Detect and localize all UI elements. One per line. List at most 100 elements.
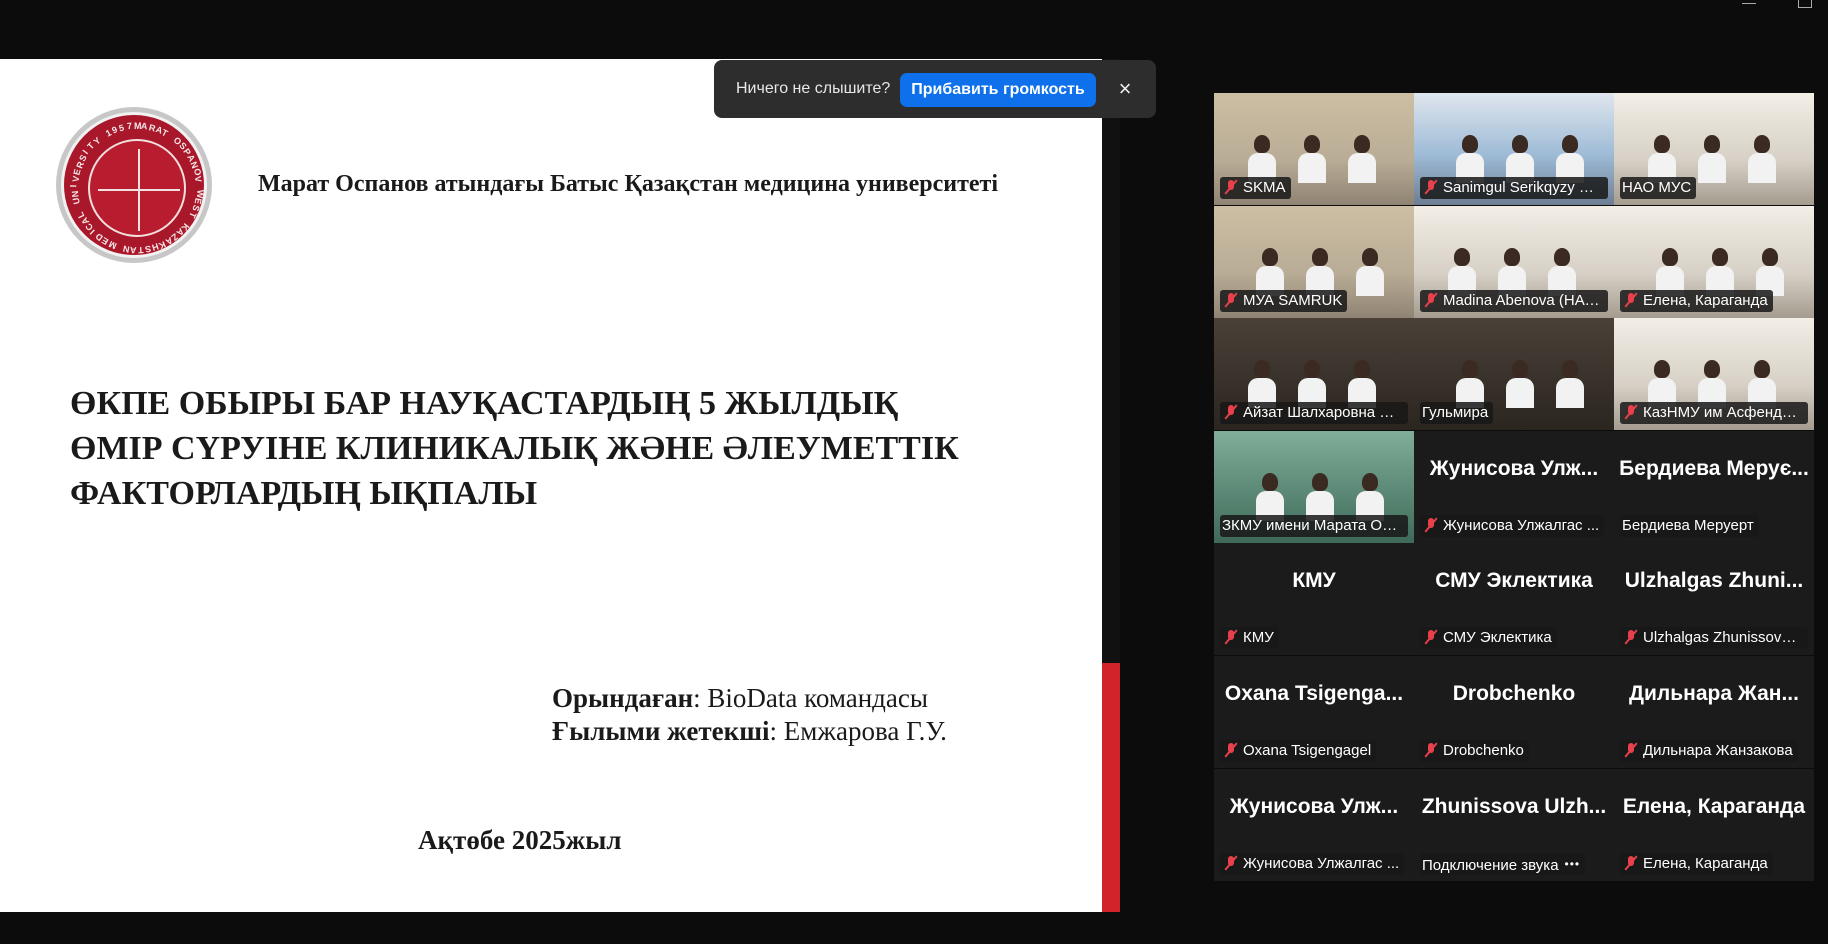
participant-name: СМУ Эклектика bbox=[1443, 629, 1552, 647]
participant-name-label: Madina Abenova (НАО... bbox=[1420, 289, 1608, 312]
participant-name: Жунисова Улжалгас ... bbox=[1243, 854, 1400, 872]
participant-name-label: КМУ bbox=[1220, 627, 1279, 650]
muted-mic-icon bbox=[1222, 629, 1240, 645]
slide-title: ӨКПЕ ОБЫРЫ БАР НАУҚАСТАРДЫҢ 5 ЖЫЛДЫҚ ӨМІ… bbox=[70, 381, 959, 516]
participant-name: Drobchenko bbox=[1443, 742, 1524, 759]
participant-tile[interactable]: Ulzhalgas Zhuni... Ulzhalgas Zhunissova .… bbox=[1614, 543, 1814, 656]
muted-mic-icon bbox=[1222, 742, 1240, 758]
muted-mic-icon bbox=[1222, 179, 1240, 195]
participant-name-label: Елена, Караганда bbox=[1620, 289, 1773, 312]
participant-tile[interactable]: МУА SAMRUK bbox=[1214, 205, 1414, 318]
participant-name: Oxana Tsigengagel bbox=[1243, 742, 1372, 759]
participant-tile[interactable]: Гульмира bbox=[1414, 318, 1614, 431]
participant-name: Подключение звука bbox=[1422, 856, 1559, 874]
participant-tile[interactable]: СМУ Эклектика СМУ Эклектика bbox=[1414, 543, 1614, 656]
participant-name-label: ЗКМУ имени Марата Осп... bbox=[1220, 514, 1408, 537]
participant-tile[interactable]: Бердиева Мерує... Бердиева Меруерт bbox=[1614, 430, 1814, 543]
participant-name-label: МУА SAMRUK bbox=[1220, 289, 1348, 312]
participant-tile[interactable]: Дильнара Жан... Дильнара Жанзакова bbox=[1614, 656, 1814, 768]
muted-mic-icon bbox=[1422, 179, 1440, 195]
muted-mic-icon bbox=[1422, 629, 1440, 645]
participant-name: Елена, Караганда bbox=[1643, 854, 1768, 872]
participant-name-label: Oxana Tsigengagel bbox=[1220, 740, 1377, 762]
muted-mic-icon bbox=[1622, 742, 1640, 758]
participant-tile[interactable]: Жунисова Улж... Жунисова Улжалгас ... bbox=[1414, 430, 1614, 543]
participant-tile[interactable]: КазНМУ им Асфендия... bbox=[1614, 318, 1814, 431]
university-seal-logo: MARAT OSPANOV WEST KAZAKHSTAN MEDICAL UN… bbox=[56, 107, 212, 263]
slide-city-year: Ақтөбе 2025жыл bbox=[418, 825, 622, 855]
muted-mic-icon bbox=[1422, 292, 1440, 308]
minimize-icon[interactable] bbox=[1742, 0, 1758, 10]
muted-mic-icon bbox=[1422, 742, 1440, 758]
participant-name-label: Бердиева Меруерт bbox=[1620, 514, 1759, 537]
audio-toast: Ничего не слышите? Прибавить громкость × bbox=[714, 60, 1156, 118]
muted-mic-icon bbox=[1622, 404, 1640, 420]
restore-icon[interactable] bbox=[1798, 0, 1812, 8]
participant-name: Елена, Караганда bbox=[1643, 291, 1768, 309]
participant-name-label: SKMA bbox=[1220, 177, 1291, 199]
performed-label: Орындаған bbox=[552, 683, 694, 713]
participant-tile[interactable]: КМУ КМУ bbox=[1214, 543, 1414, 656]
participant-tile[interactable]: Zhunissova Ulzh... Подключение звука ••• bbox=[1414, 768, 1614, 881]
muted-mic-icon bbox=[1622, 629, 1640, 645]
participant-name-label: СМУ Эклектика bbox=[1420, 627, 1557, 650]
participant-name-label: Drobchenko bbox=[1420, 740, 1529, 762]
slide-title-line: ФАКТОРЛАРДЫҢ ЫҚПАЛЫ bbox=[70, 475, 538, 512]
participant-tile[interactable]: ЗКМУ имени Марата Осп... bbox=[1214, 430, 1414, 543]
participant-tile[interactable]: Жунисова Улж... Жунисова Улжалгас ... bbox=[1214, 768, 1414, 881]
participant-name: МУА SAMRUK bbox=[1243, 291, 1343, 309]
advisor-label: Ғылыми жетекші bbox=[552, 716, 770, 746]
muted-mic-icon bbox=[1222, 292, 1240, 308]
participant-tile[interactable]: Айзат Шалхаровна Ай... bbox=[1214, 318, 1414, 431]
participant-name: НАО МУС bbox=[1622, 179, 1692, 196]
toast-message: Ничего не слышите? bbox=[736, 80, 891, 97]
muted-mic-icon bbox=[1222, 404, 1240, 420]
participant-name: ЗКМУ имени Марата Осп... bbox=[1222, 516, 1408, 534]
participant-name-label: Гульмира bbox=[1420, 402, 1494, 425]
participant-name-label: Подключение звука ••• bbox=[1420, 852, 1586, 875]
muted-mic-icon bbox=[1622, 292, 1640, 308]
participant-name: Ulzhalgas Zhunissova ... bbox=[1643, 629, 1807, 647]
participant-name: Дильнара Жанзакова bbox=[1643, 742, 1793, 759]
participant-tile[interactable]: Drobchenko Drobchenko bbox=[1414, 656, 1614, 768]
participant-name: Гульмира bbox=[1422, 404, 1489, 422]
university-name: Марат Оспанов атындағы Батыс Қазақстан м… bbox=[258, 171, 999, 197]
participant-name: Madina Abenova (НАО... bbox=[1443, 291, 1608, 309]
participant-name: Sanimgul Serikqyzy Sa... bbox=[1443, 179, 1608, 196]
participant-name-label: Sanimgul Serikqyzy Sa... bbox=[1420, 177, 1608, 199]
participant-tile[interactable]: НАО МУС bbox=[1614, 93, 1814, 205]
loading-dots-icon: ••• bbox=[1564, 856, 1581, 871]
participant-tile[interactable]: Елена, Караганда Елена, Караганда bbox=[1614, 768, 1814, 881]
participant-name-label: Жунисова Улжалгас ... bbox=[1220, 852, 1405, 875]
participant-name-label: Ulzhalgas Zhunissova ... bbox=[1620, 627, 1808, 650]
close-icon[interactable]: × bbox=[1110, 74, 1140, 104]
muted-mic-icon bbox=[1622, 855, 1640, 871]
participant-name: Айзат Шалхаровна Ай... bbox=[1243, 404, 1408, 422]
participant-name-label: Елена, Караганда bbox=[1620, 852, 1773, 875]
slide-title-line: ӨКПЕ ОБЫРЫ БАР НАУҚАСТАРДЫҢ 5 ЖЫЛДЫҚ bbox=[70, 385, 899, 422]
participant-tile[interactable]: SKMA bbox=[1214, 93, 1414, 205]
meeting-window: MARAT OSPANOV WEST KAZAKHSTAN MEDICAL UN… bbox=[0, 0, 1828, 944]
participant-name: Жунисова Улжалгас ... bbox=[1443, 516, 1600, 534]
shared-screen-slide: MARAT OSPANOV WEST KAZAKHSTAN MEDICAL UN… bbox=[0, 59, 1102, 912]
muted-mic-icon bbox=[1422, 517, 1440, 533]
participant-name-label: Жунисова Улжалгас ... bbox=[1420, 514, 1605, 537]
participant-tile[interactable]: Sanimgul Serikqyzy Sa... bbox=[1414, 93, 1614, 205]
participant-name: КазНМУ им Асфендия... bbox=[1643, 404, 1808, 422]
increase-volume-button[interactable]: Прибавить громкость bbox=[900, 73, 1096, 107]
slide-accent-bar bbox=[1102, 663, 1120, 912]
participant-name-label: Дильнара Жанзакова bbox=[1620, 740, 1798, 762]
slide-title-line: ӨМІР СҮРУІНЕ КЛИНИКАЛЫҚ ЖӘНЕ ӘЛЕУМЕТТІК bbox=[70, 430, 959, 467]
muted-mic-icon bbox=[1222, 855, 1240, 871]
participant-name: КМУ bbox=[1243, 629, 1274, 647]
participant-name-label: НАО МУС bbox=[1620, 177, 1697, 199]
participant-name-label: КазНМУ им Асфендия... bbox=[1620, 402, 1808, 425]
participant-tile[interactable]: Madina Abenova (НАО... bbox=[1414, 205, 1614, 318]
participant-name: SKMA bbox=[1243, 179, 1286, 196]
participant-name: Бердиева Меруерт bbox=[1622, 516, 1754, 534]
participant-tile[interactable]: Елена, Караганда bbox=[1614, 205, 1814, 318]
participant-name-label: Айзат Шалхаровна Ай... bbox=[1220, 402, 1408, 425]
slide-credits: Орындаған: BioData командасы Ғылыми жете… bbox=[552, 682, 947, 748]
participant-tile[interactable]: Oxana Tsigenga... Oxana Tsigengagel bbox=[1214, 656, 1414, 768]
performed-value: : BioData командасы bbox=[693, 683, 929, 713]
